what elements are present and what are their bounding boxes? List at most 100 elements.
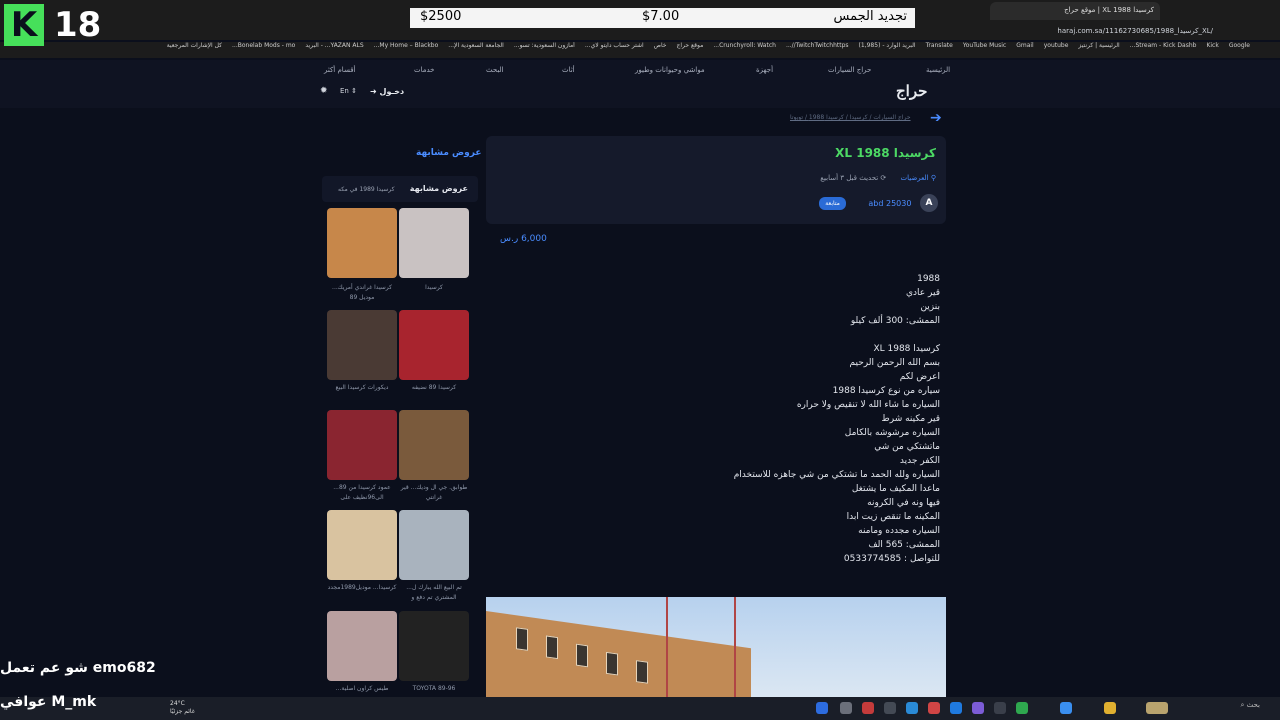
weather-temp: 24°C — [170, 700, 185, 707]
bookmark-item[interactable]: البريد الوارد - (1,985) — [859, 42, 916, 49]
login-label: دخـول — [379, 87, 405, 96]
bookmark-item[interactable]: YAZAN ALS... - البريد — [305, 42, 363, 49]
bookmark-item[interactable]: YouTube Music — [963, 42, 1006, 49]
back-arrow-icon[interactable]: ➔ — [930, 110, 942, 126]
bookmark-item[interactable]: موقع حراج — [676, 42, 703, 49]
follow-button[interactable]: متابعة — [819, 196, 846, 210]
nav-services[interactable]: خدمات — [414, 66, 434, 74]
similar-offer-thumbnail[interactable] — [399, 611, 469, 681]
post-meta: ⚲ العرضيات ⟳ تحديث قبل ٣ أسابيع — [820, 174, 936, 182]
tab-similar-offers[interactable]: عروض مشابهة — [410, 184, 468, 193]
browser-tab[interactable]: كرسيدا XL 1988 | موقع حراج — [990, 2, 1160, 20]
taskbar-search-label: بحث — [1246, 701, 1260, 709]
similar-offer-thumbnail[interactable] — [327, 510, 397, 580]
taskbar-app-icon[interactable] — [1104, 702, 1116, 714]
similar-offer-caption[interactable]: تم البيع الله يبارك ل... المشتري تم دفع … — [398, 583, 470, 603]
bookmark-item[interactable]: اشتر حساب دايتو لاي... — [585, 42, 644, 49]
bookmark-item[interactable]: youtube — [1044, 42, 1069, 49]
taskbar-app-icon[interactable] — [1016, 702, 1028, 714]
weather-widget[interactable]: 24°C غائم جزئيًا — [170, 700, 195, 716]
similar-offer-caption[interactable]: كرسيدا 89 نضيفه — [398, 383, 470, 393]
breadcrumb[interactable]: حراج السيارات / كرسيدا / كرسيدا 1988 / ت… — [790, 114, 911, 121]
bookmark-item[interactable]: كل الإشارات المرجعية — [167, 42, 222, 49]
nav-more-sections[interactable]: أقسام أكثر — [324, 66, 355, 74]
post-author[interactable]: A abd 25030 متابعة — [819, 194, 938, 212]
bookmark-item[interactable]: الجامعة السعودية الإ... — [448, 42, 504, 49]
tab-city[interactable]: كرسيدا 1989 في مكه — [338, 186, 394, 193]
nav-furniture[interactable]: أثاث — [562, 66, 575, 74]
nav-search[interactable]: البحث — [486, 66, 504, 74]
taskbar-app-icon[interactable] — [862, 702, 874, 714]
author-name[interactable]: abd 25030 — [868, 199, 911, 208]
similar-offers-heading: عروض مشابهة — [416, 148, 482, 158]
taskbar-app-icon[interactable] — [906, 702, 918, 714]
bookmark-item[interactable]: Stream - Kick Dashb... — [1130, 42, 1197, 49]
bookmark-item[interactable]: الرئيسية | كرنتيز — [1078, 42, 1119, 49]
taskbar-app-icon[interactable] — [994, 702, 1006, 714]
taskbar-app-icon[interactable] — [928, 702, 940, 714]
bookmark-item[interactable]: TwitchTwitchhttps//... — [786, 42, 849, 49]
similar-offer-caption[interactable]: ديكورات كرسيدا البيع — [326, 383, 398, 393]
post-location[interactable]: ⚲ العرضيات — [901, 174, 936, 182]
similar-offer-caption[interactable]: عمود كرسيدا من 89... الى96نظيف على — [326, 483, 398, 503]
taskbar-app-icon[interactable] — [816, 702, 828, 714]
taskbar-app-icon[interactable] — [950, 702, 962, 714]
chat-message: شو عم تعمل emo682 — [0, 660, 156, 676]
post-price: 6,000 ر.س — [500, 234, 547, 244]
bookmarks-bar: Google Kick Stream - Kick Dashb... الرئيسية… — [0, 42, 1280, 58]
site-nav: الرئيسية حراج السيارات أجهزة مواشي وحيوا… — [0, 60, 1280, 108]
similar-offer-thumbnail[interactable] — [399, 208, 469, 278]
nav-devices[interactable]: أجهزة — [756, 66, 773, 74]
similar-offer-caption[interactable]: كرسيدا... موديل1989مجدد — [326, 583, 398, 593]
similar-offer-caption[interactable]: كرسيدا غراندي أمريك... موديل 89 — [326, 283, 398, 303]
updated-label: تحديث قبل ٣ أسابيع — [820, 174, 879, 182]
photo-window — [516, 627, 528, 651]
photo-window — [606, 651, 618, 676]
bookmark-item[interactable]: Crunchyroll: Watch... — [713, 42, 776, 49]
post-description: 1988 قير عادي بنزين الممشى: 300 ألف كيلو… — [733, 274, 940, 564]
similar-offer-thumbnail[interactable] — [327, 208, 397, 278]
price-value: 6,000 — [521, 234, 547, 244]
taskbar-app-icon[interactable] — [1146, 702, 1168, 714]
similar-offer-thumbnail[interactable] — [399, 310, 469, 380]
login-button[interactable]: ➜ دخـول — [370, 87, 404, 96]
settings-icon[interactable]: ✹ — [320, 86, 328, 96]
similar-offer-thumbnail[interactable] — [327, 310, 397, 380]
avatar[interactable]: A — [920, 194, 938, 212]
weather-text: غائم جزئيًا — [170, 708, 195, 715]
nav-cars[interactable]: حراج السيارات — [828, 66, 871, 74]
banner-right-text: $2500 — [420, 9, 462, 24]
bookmark-item[interactable]: My Home – Blackbo... — [374, 42, 439, 49]
similar-offer-thumbnail[interactable] — [327, 611, 397, 681]
similar-offer-caption[interactable]: طيس كراون اصلية... — [326, 684, 398, 694]
taskbar-app-icon[interactable] — [884, 702, 896, 714]
photo-window — [576, 643, 588, 668]
bookmark-item[interactable]: Gmail — [1016, 42, 1034, 49]
nav-livestock[interactable]: مواشي وحيوانات وطيور — [635, 66, 705, 74]
taskbar-app-icon[interactable] — [1060, 702, 1072, 714]
similar-offer-caption[interactable]: TOYOTA 89-96 — [398, 684, 470, 694]
nav-home[interactable]: الرئيسية — [926, 66, 950, 74]
chat-message: عوافي M_mk — [0, 694, 97, 710]
photo-window — [636, 660, 648, 684]
similar-offer-thumbnail[interactable] — [399, 410, 469, 480]
haraj-logo[interactable]: حراج — [896, 82, 927, 100]
similar-offer-caption[interactable]: كرسيدا — [398, 283, 470, 293]
bookmark-item[interactable]: Kick — [1206, 42, 1218, 49]
similar-offer-caption[interactable]: طوابق. جي ال وديك... قير غرانتي — [398, 483, 470, 503]
bookmark-item[interactable]: Bonelab Mods - mo... — [232, 42, 295, 49]
taskbar-app-icon[interactable] — [840, 702, 852, 714]
photo-tower — [666, 597, 736, 697]
location-label: العرضيات — [900, 174, 929, 182]
bookmark-item[interactable]: خاص — [654, 42, 667, 49]
bookmark-item[interactable]: أمازون السعودية: تسو... — [514, 42, 575, 49]
taskbar-search[interactable]: ⌕ بحث — [1200, 701, 1261, 716]
bookmark-item[interactable]: Translate — [926, 42, 953, 49]
similar-offer-thumbnail[interactable] — [399, 510, 469, 580]
bookmark-item[interactable]: Google — [1229, 42, 1250, 49]
language-select[interactable]: En ⇕ — [340, 87, 357, 95]
taskbar-app-icon[interactable] — [972, 702, 984, 714]
similar-offer-thumbnail[interactable] — [327, 410, 397, 480]
url-text[interactable]: haraj.com.sa/11162730685/كرسيدا_1988_XL/ — [1057, 27, 1213, 35]
post-photo[interactable] — [486, 597, 946, 697]
